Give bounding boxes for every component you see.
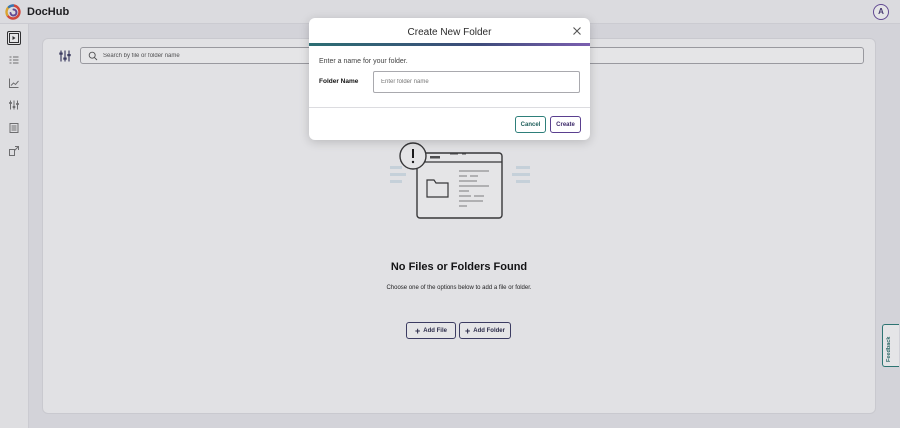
dialog-divider xyxy=(309,107,590,108)
close-icon[interactable] xyxy=(571,25,583,37)
folder-name-label: Folder Name xyxy=(319,78,359,85)
create-folder-dialog: Create New Folder Enter a name for your … xyxy=(309,18,590,140)
create-button[interactable]: Create xyxy=(550,116,581,133)
dialog-title: Create New Folder xyxy=(407,27,492,38)
cancel-button[interactable]: Cancel xyxy=(515,116,546,133)
folder-name-input[interactable] xyxy=(373,71,580,93)
dialog-accent-bar xyxy=(309,43,590,46)
dialog-prompt: Enter a name for your folder. xyxy=(319,58,408,65)
